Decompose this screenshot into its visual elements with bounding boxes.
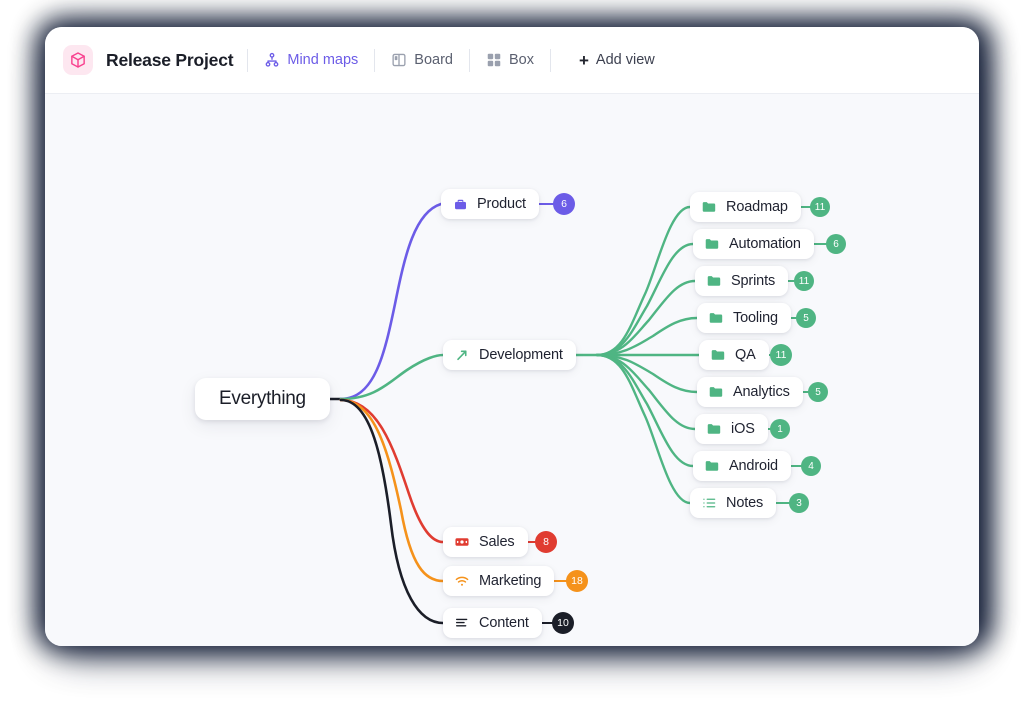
- tab-board[interactable]: Board: [389, 49, 455, 71]
- mindmap-node-ios[interactable]: iOS: [695, 414, 768, 444]
- badge-sprints[interactable]: 11: [794, 271, 814, 291]
- mindmap-node-sales-label: Sales: [479, 534, 515, 550]
- badge-android[interactable]: 4: [801, 456, 821, 476]
- header-divider-4: [549, 48, 551, 72]
- header-divider-3: [468, 48, 470, 72]
- folder-icon: [706, 421, 722, 437]
- header-divider: [247, 48, 249, 72]
- mindmap-node-product[interactable]: Product: [441, 189, 539, 219]
- header-divider-2: [374, 48, 376, 72]
- app-header: Release Project Mind maps Board Box + Ad…: [45, 27, 979, 94]
- mindmap-node-sprints-label: Sprints: [731, 273, 776, 289]
- tab-box-label: Box: [508, 52, 534, 68]
- tab-mind-maps-label: Mind maps: [287, 52, 359, 68]
- mindmap-node-roadmap-label: Roadmap: [726, 199, 788, 215]
- list-icon: [701, 495, 717, 511]
- mindmap-node-android-label: Android: [729, 458, 778, 474]
- folder-icon: [706, 273, 722, 289]
- folder-icon: [704, 236, 720, 252]
- mindmap-node-automation[interactable]: Automation: [693, 229, 814, 259]
- grid-icon: [486, 52, 502, 68]
- badge-sales[interactable]: 8: [535, 531, 557, 553]
- folder-icon: [701, 199, 717, 215]
- wifi-icon: [454, 573, 470, 589]
- mindmap-node-analytics[interactable]: Analytics: [697, 377, 803, 407]
- mindmap-node-marketing[interactable]: Marketing: [443, 566, 555, 596]
- mindmap-node-sales[interactable]: Sales: [443, 527, 528, 557]
- mindmap-node-analytics-label: Analytics: [733, 384, 790, 400]
- mindmap-node-tooling-label: Tooling: [733, 310, 778, 326]
- badge-ios[interactable]: 1: [770, 419, 790, 439]
- mindmap-node-marketing-label: Marketing: [479, 573, 542, 589]
- mindmap-node-android[interactable]: Android: [693, 451, 791, 481]
- tab-board-label: Board: [414, 52, 453, 68]
- root-node-label: Everything: [219, 388, 306, 409]
- badge-roadmap[interactable]: 11: [810, 197, 830, 217]
- badge-tooling[interactable]: 5: [796, 308, 816, 328]
- board-icon: [391, 52, 407, 68]
- folder-icon: [704, 458, 720, 474]
- badge-content[interactable]: 10: [552, 612, 574, 634]
- sitemap-icon: [264, 52, 280, 68]
- mindmap-node-automation-label: Automation: [729, 236, 801, 252]
- tab-mind-maps[interactable]: Mind maps: [262, 49, 360, 71]
- badge-analytics[interactable]: 5: [808, 382, 828, 402]
- screenshot-stage: Release Project Mind maps Board Box + Ad…: [0, 0, 1024, 710]
- mindmap-node-content[interactable]: Content: [443, 608, 542, 638]
- add-view-label: Add view: [595, 52, 655, 68]
- trending-up-icon: [454, 347, 470, 363]
- badge-qa[interactable]: 11: [770, 344, 792, 366]
- badge-notes[interactable]: 3: [789, 493, 809, 513]
- mindmap-node-tooling[interactable]: Tooling: [697, 303, 791, 333]
- mindmap-node-qa[interactable]: QA: [699, 340, 769, 370]
- mindmap-node-roadmap[interactable]: Roadmap: [690, 192, 801, 222]
- mindmap-node-notes-label: Notes: [726, 495, 764, 511]
- plus-icon: +: [578, 50, 589, 70]
- tab-box[interactable]: Box: [484, 49, 536, 71]
- mindmap-node-notes[interactable]: Notes: [690, 488, 777, 518]
- badge-product[interactable]: 6: [553, 193, 575, 215]
- badge-automation[interactable]: 6: [826, 234, 846, 254]
- mindmap-canvas[interactable]: Everything Product 6 Development Sales 8…: [45, 94, 979, 646]
- mindmap-node-ios-label: iOS: [731, 421, 755, 437]
- mindmap-node-root[interactable]: Everything: [195, 378, 330, 420]
- mindmap-node-content-label: Content: [479, 615, 529, 631]
- cube-icon: [63, 45, 93, 75]
- mindmap-node-product-label: Product: [477, 196, 526, 212]
- mindmap-node-development-label: Development: [479, 347, 563, 363]
- briefcase-icon: [452, 196, 468, 212]
- page-title: Release Project: [106, 49, 234, 70]
- app-window: Release Project Mind maps Board Box + Ad…: [45, 27, 979, 646]
- folder-icon: [708, 384, 724, 400]
- mindmap-node-sprints[interactable]: Sprints: [695, 266, 789, 296]
- mindmap-node-development[interactable]: Development: [443, 340, 576, 370]
- money-icon: [454, 534, 470, 550]
- mindmap-edges: [308, 202, 701, 625]
- badge-marketing[interactable]: 18: [566, 570, 588, 592]
- mindmap-node-qa-label: QA: [735, 347, 756, 363]
- folder-icon: [708, 310, 724, 326]
- text-lines-icon: [454, 615, 470, 631]
- add-view-button[interactable]: + Add view: [579, 52, 655, 69]
- folder-icon: [710, 347, 726, 363]
